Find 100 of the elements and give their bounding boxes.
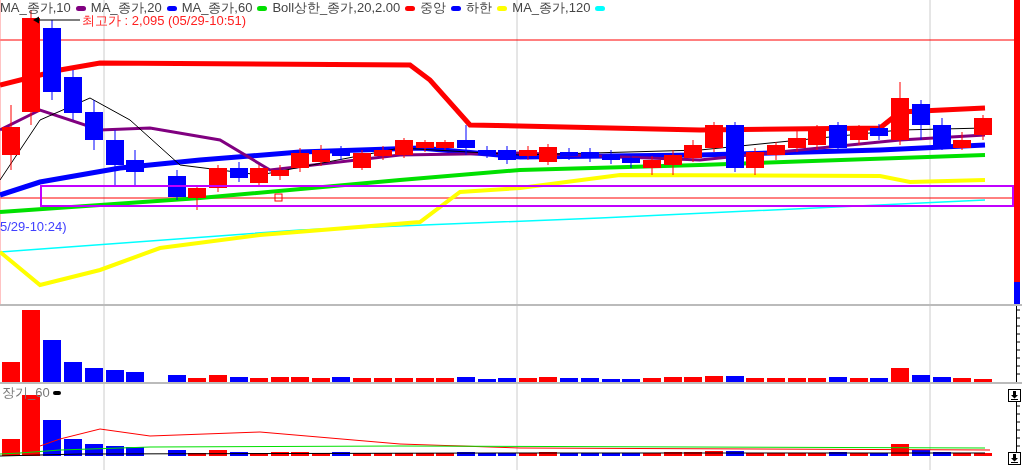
volume-bar — [974, 379, 992, 382]
volume-bar — [870, 453, 888, 456]
volume-bar — [478, 379, 496, 382]
candlestick — [746, 147, 764, 176]
scroll-bottom-button[interactable] — [1008, 452, 1021, 465]
candlestick — [498, 145, 516, 165]
volume-bar — [312, 453, 330, 456]
volume-bar — [271, 377, 289, 382]
legend-label: MA_종가,120 — [512, 0, 591, 16]
candlestick — [2, 104, 20, 171]
candlestick — [519, 145, 537, 161]
candlestick — [912, 99, 930, 141]
volume-bar — [457, 377, 475, 382]
volume-bar — [2, 362, 20, 382]
volume-bar — [230, 452, 248, 456]
volume-bar — [664, 452, 682, 456]
legend-label: MA_종가,10 — [0, 0, 71, 16]
candlestick — [850, 124, 868, 146]
volume-bar — [126, 447, 144, 456]
scroll-bottom-button[interactable] — [1008, 389, 1021, 402]
price-scrollbar[interactable] — [1014, 0, 1020, 304]
volume-bar — [912, 375, 930, 382]
volume-bar — [395, 378, 413, 382]
point-marker — [274, 193, 283, 202]
volume-bar — [829, 377, 847, 382]
candlestick — [291, 147, 309, 173]
volume-bar — [850, 378, 868, 382]
volume-bar — [726, 376, 744, 382]
high-price-label: 최고가 : 2,095 (05/29-10:51) — [82, 14, 247, 28]
volume-bar — [271, 452, 289, 456]
legend-label: 하한 — [466, 0, 493, 16]
volume-bar — [436, 378, 454, 382]
candlestick — [126, 149, 144, 186]
volume-bar — [684, 377, 702, 382]
volume-bar — [374, 453, 392, 456]
candlestick — [974, 114, 992, 141]
volume-bar — [416, 378, 434, 382]
legend-label: 중앙 — [420, 0, 447, 16]
volume-bar — [788, 453, 806, 456]
volume-bar — [953, 453, 971, 456]
candlestick — [312, 144, 330, 167]
down-arrow-icon — [1010, 454, 1019, 463]
candlestick — [374, 145, 392, 161]
volume-bar — [106, 370, 124, 382]
volume-bar — [560, 453, 578, 456]
volume-bar — [602, 453, 620, 456]
candlestick — [188, 184, 206, 211]
candlestick — [808, 124, 826, 151]
candlestick — [622, 153, 640, 169]
candlestick — [85, 99, 103, 151]
volume-bar — [705, 451, 723, 456]
volume-bar — [746, 453, 764, 456]
candlestick — [602, 149, 620, 165]
volume-bar — [746, 378, 764, 382]
candlestick — [106, 129, 124, 186]
volume-bar — [168, 375, 186, 382]
volume-bar — [291, 452, 309, 456]
volume-bar — [767, 453, 785, 456]
candlestick — [581, 147, 599, 163]
volume-bar — [395, 453, 413, 456]
volume-bar — [829, 452, 847, 456]
leader-arrow — [33, 16, 81, 24]
candlestick — [560, 147, 578, 161]
candlestick — [271, 164, 289, 181]
legend-label: MA_종가,60 — [181, 0, 253, 15]
volume-bar — [168, 450, 186, 456]
volume-bar — [539, 377, 557, 382]
candlestick — [705, 121, 723, 153]
volume-bar — [891, 368, 909, 382]
candlestick — [478, 145, 496, 159]
candlestick — [788, 129, 806, 153]
volume-bar — [953, 378, 971, 382]
legend-label: Boll상한_종가,20,2.00 — [272, 0, 401, 16]
volume-bar — [726, 451, 744, 456]
volume-bar — [250, 453, 268, 456]
volume-bar — [788, 378, 806, 382]
candlestick — [436, 139, 454, 151]
volume-bar — [332, 452, 350, 456]
volume-bar — [478, 453, 496, 456]
candlestick — [353, 149, 371, 171]
volume-bar — [643, 378, 661, 382]
volume-bar — [209, 450, 227, 456]
candlestick — [767, 141, 785, 161]
indicator-label: 장기_60 — [2, 386, 50, 400]
volume-bar — [85, 368, 103, 382]
candlestick — [891, 81, 909, 146]
candlestick — [230, 161, 248, 183]
volume-bar — [539, 452, 557, 456]
volume-bar — [498, 453, 516, 456]
candlestick — [209, 164, 227, 193]
volume-bar — [291, 377, 309, 382]
candlestick — [684, 139, 702, 163]
volume-bar — [353, 453, 371, 456]
line-marker-icon — [52, 391, 61, 395]
candlestick — [250, 164, 268, 187]
candlestick — [933, 117, 951, 151]
volume-bar — [209, 375, 227, 382]
volume-bar — [519, 453, 537, 456]
volume-bar — [230, 377, 248, 382]
volume-bar — [850, 453, 868, 456]
